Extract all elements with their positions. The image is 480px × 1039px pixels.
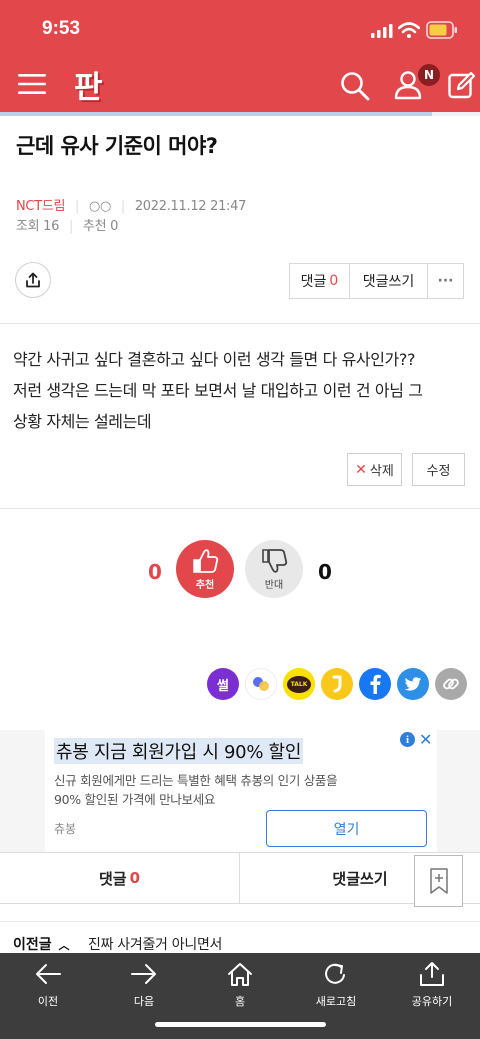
divider — [0, 508, 480, 509]
post-author-extra: ○○ — [88, 199, 112, 214]
bookmark-button[interactable] — [414, 855, 463, 907]
home-indicator — [155, 1022, 326, 1027]
ad-description-line: 90% 할인된 가격에 만나보세요 — [54, 792, 216, 807]
ad-open-button[interactable]: 열기 — [266, 810, 427, 847]
kakaotalk-icon: TALK — [287, 675, 311, 693]
views-label: 조회 — [16, 219, 40, 234]
post-meta-line1: NCT드림 | ○○ | 2022.11.12 21:47 — [16, 199, 247, 214]
post-body-line: 약간 사귀고 싶다 결혼하고 싶다 이런 생각 들면 다 유사인가?? — [13, 350, 416, 369]
close-icon: ✕ — [355, 461, 367, 478]
post-body-line: 저런 생각은 드는데 막 포타 보면서 날 대입하고 이런 건 아님 그 — [13, 381, 423, 400]
twitter-icon — [404, 676, 422, 691]
notification-badge: N — [418, 64, 440, 86]
ad-banner: 츄봉 지금 회원가입 시 90% 할인 신규 회원에게만 드리는 특별한 혜택 … — [0, 730, 480, 852]
share-facebook-button[interactable] — [359, 668, 391, 700]
toolbar-home-label: 홈 — [234, 995, 246, 1008]
comment-tab-count: 0 — [129, 869, 141, 887]
edit-button[interactable]: 수정 — [412, 453, 465, 486]
toolbar-share-label: 공유하기 — [411, 995, 453, 1008]
browser-toolbar: 이전 다음 홈 새로고침 공유하기 — [0, 953, 480, 1039]
share-kakaotalk-button[interactable]: TALK — [283, 668, 315, 700]
toolbar-refresh-label: 새로고침 — [315, 995, 357, 1008]
delete-label: 삭제 — [369, 464, 394, 479]
status-time: 9:53 — [42, 18, 81, 39]
prev-post-label[interactable]: 이전글 ︿ — [13, 934, 70, 954]
share-icon — [420, 962, 444, 986]
comment-label: 댓글 — [300, 274, 327, 290]
ssul-label: 썰 — [217, 678, 229, 694]
share-button[interactable] — [15, 262, 51, 298]
toolbar-back-label: 이전 — [37, 995, 59, 1008]
comment-count-button[interactable]: 댓글 0 — [289, 263, 350, 299]
menu-icon[interactable] — [18, 73, 46, 95]
ad-card[interactable]: 츄봉 지금 회원가입 시 90% 할인 신규 회원에게만 드리는 특별한 혜택 … — [45, 730, 437, 852]
post-title: 근데 유사 기준이 머야? — [16, 134, 218, 158]
share-ssul-button[interactable]: 썰 — [207, 668, 239, 700]
bookmark-add-icon — [429, 868, 448, 894]
thumbs-up-icon — [193, 548, 219, 573]
share-kakaostory-button[interactable] — [321, 668, 353, 700]
toolbar-home[interactable]: 홈 — [200, 961, 280, 1009]
chevron-up-icon: ︿ — [58, 939, 70, 952]
downvote-count: 0 — [318, 560, 332, 584]
app-header: 9:53 판 N — [0, 0, 480, 112]
post-meta-line2: 조회 16 | 추천 0 — [16, 219, 119, 234]
upvote-label: 추천 — [195, 579, 215, 591]
ad-info-icon[interactable]: i — [400, 732, 415, 747]
read-progress-bar — [0, 112, 432, 116]
wifi-icon — [398, 22, 420, 38]
views-count: 16 — [43, 219, 60, 234]
ad-description-line: 신규 회원에게만 드리는 특별한 혜택 츄봉의 인기 상품을 — [54, 773, 338, 788]
facebook-icon — [370, 674, 381, 694]
ad-close-icon[interactable]: ✕ — [419, 730, 432, 749]
arrow-right-icon — [131, 964, 156, 984]
kakaostory-icon — [332, 675, 342, 693]
toolbar-forward-label: 다음 — [133, 995, 155, 1008]
search-icon[interactable] — [340, 71, 370, 101]
home-icon — [228, 963, 252, 986]
delete-button[interactable]: ✕ 삭제 — [347, 453, 402, 486]
comment-tab-label: 댓글 — [98, 869, 127, 888]
battery-icon — [426, 21, 457, 39]
recommend-count: 0 — [110, 219, 119, 234]
upload-icon — [26, 272, 40, 288]
divider — [0, 921, 480, 922]
thumbs-down-icon — [262, 548, 288, 573]
post-date: 2022.11.12 21:47 — [134, 199, 247, 214]
refresh-icon — [325, 963, 345, 984]
share-twitter-button[interactable] — [397, 668, 429, 700]
toolbar-back[interactable]: 이전 — [8, 961, 88, 1009]
upvote-button[interactable]: 추천 — [176, 540, 234, 598]
divider — [0, 323, 480, 324]
comment-tab[interactable]: 댓글 0 — [0, 853, 240, 903]
band-icon — [253, 677, 269, 691]
toolbar-share[interactable]: 공유하기 — [392, 961, 472, 1009]
prev-post-label-text: 이전글 — [13, 937, 52, 953]
write-icon[interactable] — [448, 71, 476, 99]
toolbar-refresh[interactable]: 새로고침 — [296, 961, 376, 1009]
comment-count: 0 — [329, 273, 339, 289]
more-button[interactable]: ··· — [427, 263, 464, 299]
comment-tabs: 댓글 0 댓글쓰기 — [0, 852, 480, 904]
link-icon — [443, 678, 459, 690]
app-logo[interactable]: 판 — [74, 62, 103, 107]
share-band-button[interactable] — [245, 668, 277, 700]
toolbar-forward[interactable]: 다음 — [104, 961, 184, 1009]
post-author[interactable]: NCT드림 — [16, 199, 65, 214]
post-body: 약간 사귀고 싶다 결혼하고 싶다 이런 생각 들면 다 유사인가?? 저런 생… — [13, 344, 473, 437]
upvote-count: 0 — [148, 560, 162, 584]
ad-headline[interactable]: 츄봉 지금 회원가입 시 90% 할인 — [54, 738, 304, 764]
post-body-line: 상황 자체는 설레는데 — [13, 412, 152, 431]
recommend-label: 추천 — [82, 219, 107, 234]
downvote-button[interactable]: 반대 — [245, 540, 303, 598]
prev-post-title[interactable]: 진짜 사겨줄거 아니면서 — [88, 934, 222, 954]
downvote-label: 반대 — [264, 579, 284, 591]
signal-icon — [371, 24, 393, 38]
share-link-button[interactable] — [435, 668, 467, 700]
arrow-left-icon — [36, 964, 61, 984]
ad-brand: 츄봉 — [54, 822, 77, 836]
write-comment-button[interactable]: 댓글쓰기 — [349, 263, 428, 299]
